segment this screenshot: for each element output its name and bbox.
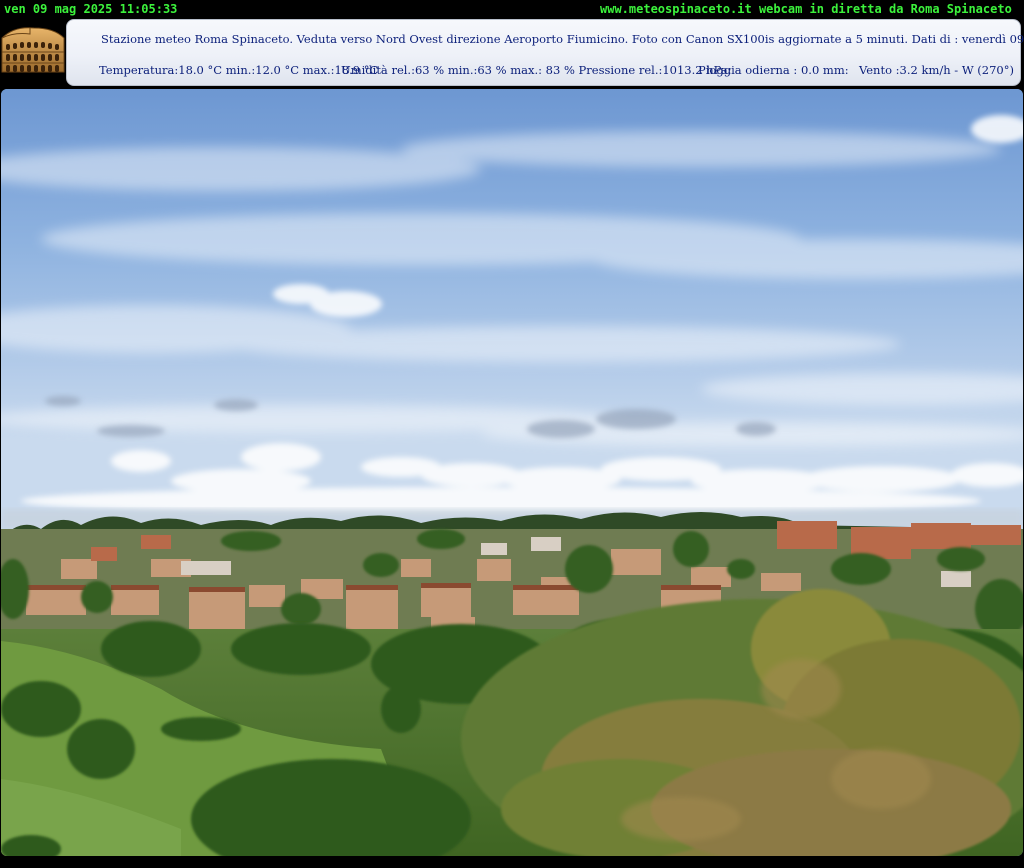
top-caption-bar: ven 09 mag 2025 11:05:33 www.meteospinac… — [0, 0, 1024, 18]
timestamp-label: ven 09 mag 2025 11:05:33 — [4, 2, 178, 16]
temperature-reading: Temperatura:18.0 °C min.:12.0 °C max.:18… — [99, 63, 379, 77]
colosseum-icon — [0, 20, 66, 74]
station-info-panel: Stazione meteo Roma Spinaceto. Veduta ve… — [66, 19, 1024, 86]
humidity-pressure-reading: Umidità rel.:63 % min.:63 % max.: 83 % P… — [341, 63, 732, 77]
station-description: Stazione meteo Roma Spinaceto. Veduta ve… — [101, 32, 1024, 46]
site-caption-link[interactable]: www.meteospinaceto.it webcam in diretta … — [600, 0, 1012, 18]
wind-reading: Vento :3.2 km/h - W (270°) — [859, 63, 1014, 77]
webcam-photo — [1, 89, 1023, 856]
webcam-page: ven 09 mag 2025 11:05:33 www.meteospinac… — [0, 0, 1024, 868]
rain-reading: Pioggia odierna : 0.0 mm: — [698, 63, 849, 77]
